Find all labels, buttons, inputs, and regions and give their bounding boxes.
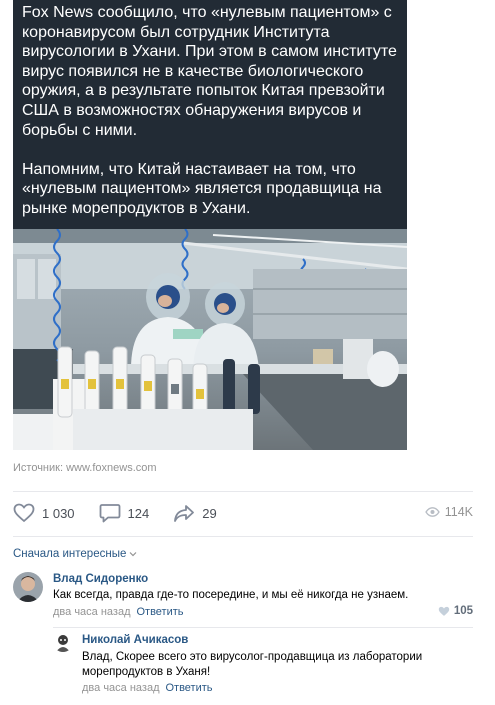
avatar[interactable] (53, 632, 73, 652)
comment-time[interactable]: два часа назад (53, 606, 130, 618)
share-count: 29 (202, 505, 217, 521)
share-icon (174, 505, 195, 522)
lab-photo (13, 229, 407, 450)
post-paragraph-2: Напомним, что Китай настаивает на том, ч… (22, 160, 382, 217)
eye-icon (424, 507, 440, 517)
heart-icon (13, 503, 35, 523)
post-source: Источник: www.foxnews.com (13, 462, 157, 474)
comment-like-count: 105 (453, 605, 473, 617)
comment-reply: Николай Ачикасов Влад, Скорее всего это … (53, 632, 473, 696)
comment-meta: два часа назад Ответить (82, 682, 213, 694)
comment-author[interactable]: Влад Сидоренко (53, 573, 148, 585)
comment-text: Как всегда, правда где-то посередине, и … (53, 589, 409, 601)
comment-like-button[interactable]: 105 (438, 605, 473, 617)
worker-right (193, 282, 259, 369)
like-count: 1 030 (42, 505, 75, 521)
comment-button[interactable]: 124 (99, 503, 150, 523)
post-source-text[interactable]: Источник: www.foxnews.com (13, 462, 157, 474)
divider (13, 536, 473, 537)
reply-button[interactable]: Ответить (136, 606, 183, 618)
heart-icon (438, 606, 449, 616)
comment-author[interactable]: Николай Ачикасов (82, 634, 188, 646)
reply-button[interactable]: Ответить (165, 682, 212, 694)
avatar[interactable] (13, 572, 43, 602)
comments-sort-label: Сначала интересные (13, 548, 127, 560)
post-actions-bar: 1 030 124 29 114K (13, 500, 473, 526)
lab-photo-illustration (13, 229, 407, 450)
divider (13, 491, 473, 492)
comment-icon (99, 504, 120, 523)
comment-text: Влад, Скорее всего это вирусолог-продавщ… (82, 651, 423, 678)
post-paragraph-1: Fox News сообщило, что «нулевым пациенто… (22, 4, 397, 139)
views-counter: 114K (424, 505, 473, 519)
post-text-panel: Fox News сообщило, что «нулевым пациенто… (13, 0, 407, 229)
comments-sort-dropdown[interactable]: Сначала интересные (13, 548, 137, 560)
divider (53, 627, 473, 628)
comment-meta: два часа назад Ответить (53, 606, 184, 618)
like-button[interactable]: 1 030 (13, 503, 75, 523)
comment: Влад Сидоренко Как всегда, правда где-то… (13, 572, 473, 622)
chevron-down-icon (129, 552, 137, 557)
comment-count: 124 (127, 505, 150, 521)
post-image[interactable]: Fox News сообщило, что «нулевым пациенто… (13, 0, 407, 450)
views-count: 114K (444, 505, 473, 519)
share-button[interactable]: 29 (173, 503, 217, 523)
comment-time[interactable]: два часа назад (82, 682, 159, 694)
